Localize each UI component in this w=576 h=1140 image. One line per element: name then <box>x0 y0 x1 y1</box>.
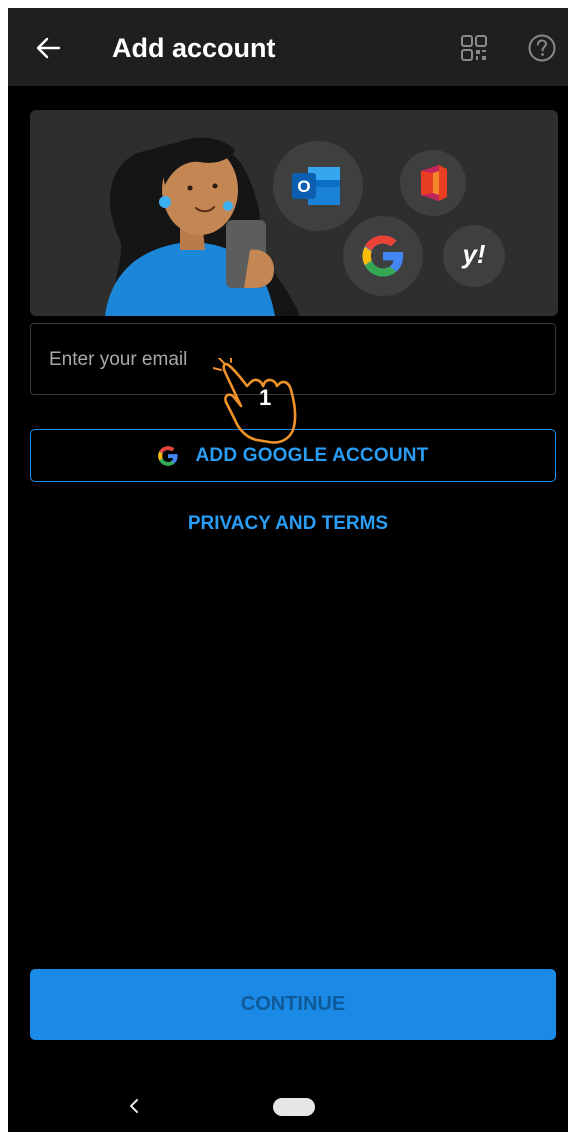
help-button[interactable] <box>522 28 562 68</box>
phone-screen: Add account O y! Enter your email ADD GO… <box>8 8 568 1132</box>
chevron-left-icon <box>130 1099 138 1113</box>
system-home-button[interactable] <box>273 1098 315 1116</box>
app-bar: Add account <box>8 8 568 86</box>
qr-code-icon <box>461 35 487 61</box>
page-title: Add account <box>112 33 276 63</box>
email-input[interactable] <box>47 324 541 396</box>
google-g-icon <box>158 445 179 466</box>
arrow-left-icon <box>36 37 61 59</box>
outlook-letter: O <box>297 177 310 196</box>
office-bubble <box>400 150 466 216</box>
continue-button[interactable]: CONTINUE <box>30 969 556 1040</box>
outlook-bubble: O <box>273 141 363 231</box>
add-google-account-button[interactable]: ADD GOOGLE ACCOUNT <box>30 429 556 482</box>
office-icon <box>421 165 447 201</box>
system-back-button[interactable] <box>120 1092 148 1120</box>
email-field[interactable] <box>30 323 556 396</box>
step-number-badge: 1 <box>259 385 272 410</box>
google-bubble <box>343 216 423 296</box>
yahoo-icon: y! <box>462 239 486 269</box>
google-icon <box>362 235 404 277</box>
qr-code-button[interactable] <box>454 28 494 68</box>
yahoo-bubble: y! <box>443 225 505 287</box>
help-circle-icon <box>528 34 556 62</box>
privacy-and-terms-link[interactable]: PRIVACY AND TERMS <box>8 513 568 535</box>
outlook-icon: O <box>292 167 340 205</box>
add-google-account-label: ADD GOOGLE ACCOUNT <box>195 444 429 466</box>
continue-label: CONTINUE <box>240 993 346 1015</box>
hero-illustration: O y! <box>30 110 558 316</box>
back-button[interactable] <box>28 28 68 68</box>
